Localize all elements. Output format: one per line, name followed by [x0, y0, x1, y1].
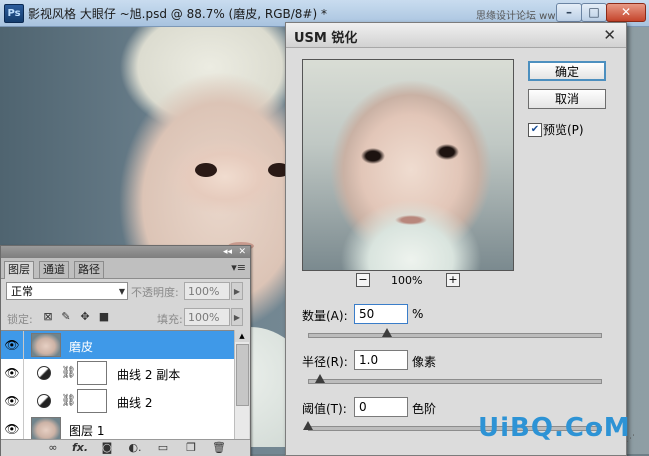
threshold-label: 阈值(T):: [302, 402, 347, 416]
amount-unit: %: [412, 307, 424, 321]
eye-icon[interactable]: 👁: [4, 421, 20, 437]
amount-slider-track[interactable]: [308, 333, 602, 338]
site-watermark: UiBQ.CoM: [478, 413, 631, 443]
photoshop-app-icon: Ps: [4, 4, 24, 23]
mask-icon[interactable]: ◙: [99, 441, 115, 455]
link-icon[interactable]: ∞: [45, 441, 61, 455]
document-title: 影视风格 大眼仔 ~旭.psd @ 88.7% (磨皮, RGB/8#) *: [28, 7, 327, 21]
fx-icon[interactable]: fx.: [69, 441, 91, 455]
opacity-label: 不透明度:: [131, 286, 179, 299]
visibility-column: 👁: [1, 387, 24, 415]
opacity-input[interactable]: 100%: [184, 282, 230, 300]
eye-icon[interactable]: 👁: [4, 337, 20, 353]
panel-menu-icon[interactable]: ▾≡: [231, 261, 246, 274]
new-layer-icon[interactable]: ❐: [183, 441, 199, 455]
preview-checkbox[interactable]: ✔: [528, 123, 542, 137]
lock-transparent-icon[interactable]: ⊠: [41, 310, 55, 324]
blend-mode-select[interactable]: 正常 ▼: [6, 282, 128, 300]
layer-row[interactable]: 👁 图层 1: [1, 415, 234, 441]
radius-input[interactable]: 1.0: [354, 350, 408, 370]
visibility-column: 👁: [1, 331, 24, 359]
ok-button[interactable]: 确定: [528, 61, 606, 81]
curves-adjustment-icon: [37, 366, 51, 380]
amount-slider-thumb[interactable]: [381, 328, 392, 337]
lock-all-icon[interactable]: ■: [97, 310, 111, 324]
blend-mode-value: 正常: [11, 285, 33, 298]
layer-row[interactable]: 👁 ⛓ 曲线 2 副本: [1, 359, 234, 388]
zoom-in-button[interactable]: +: [446, 273, 460, 287]
layer-list-scrollbar[interactable]: ▲: [234, 330, 249, 440]
close-icon[interactable]: ✕: [603, 26, 616, 44]
chevron-down-icon: ▼: [118, 287, 125, 296]
tab-channels[interactable]: 通道: [39, 261, 69, 278]
layer-row[interactable]: 👁 ⛓ 曲线 2: [1, 387, 234, 416]
zoom-out-button[interactable]: −: [356, 273, 370, 287]
fill-label: 填充:: [157, 313, 183, 326]
preview-label: 预览(P): [543, 123, 584, 137]
dialog-title-bar[interactable]: USM 锐化 ✕: [286, 23, 626, 48]
opacity-arrow-icon[interactable]: ▶: [231, 282, 243, 300]
usm-sharpen-dialog: USM 锐化 ✕ − 100% + 确定 取消 ✔ 预览(P) 数量(A): 5…: [285, 22, 627, 456]
maximize-button[interactable]: □: [581, 3, 607, 22]
fill-input[interactable]: 100%: [184, 308, 230, 326]
panel-close-icon[interactable]: ✕: [238, 246, 246, 258]
layers-panel: ◂◂ ✕ 图层 通道 路径 ▾≡ 正常 ▼ 不透明度: 100% ▶ 锁定: ⊠…: [0, 245, 251, 456]
filter-preview-image[interactable]: [302, 59, 514, 271]
layer-thumbnail: [31, 417, 61, 441]
dialog-title: USM 锐化: [294, 31, 358, 46]
lock-brush-icon[interactable]: ✎: [59, 310, 73, 324]
chain-link-icon[interactable]: ⛓: [61, 393, 76, 407]
canvas-photo-eye: [195, 163, 217, 177]
cancel-button[interactable]: 取消: [528, 89, 606, 109]
threshold-unit: 色阶: [412, 402, 437, 416]
fill-arrow-icon[interactable]: ▶: [231, 308, 243, 326]
layer-name: 磨皮: [69, 340, 94, 354]
layer-row[interactable]: 👁 磨皮: [1, 331, 234, 360]
eye-icon[interactable]: 👁: [4, 365, 20, 381]
radius-slider-track[interactable]: [308, 379, 602, 384]
layer-name: 曲线 2: [117, 396, 153, 410]
trash-icon[interactable]: 🗑: [211, 441, 227, 455]
chain-link-icon[interactable]: ⛓: [61, 365, 76, 379]
layers-bottom-toolbar: ∞ fx. ◙ ◐. ▭ ❐ 🗑: [1, 439, 250, 456]
tab-layers[interactable]: 图层: [4, 261, 34, 279]
layer-mask-thumbnail: [77, 389, 107, 413]
radius-unit: 像素: [412, 355, 437, 369]
layer-name: 曲线 2 副本: [117, 368, 181, 382]
radius-slider-thumb[interactable]: [314, 374, 325, 383]
amount-label: 数量(A):: [302, 309, 348, 323]
collapse-arrows-icon[interactable]: ◂◂: [223, 246, 232, 258]
minimize-button[interactable]: –: [556, 3, 582, 22]
lock-label: 锁定:: [7, 313, 33, 326]
lock-move-icon[interactable]: ✥: [78, 310, 92, 324]
curves-adjustment-icon: [37, 394, 51, 408]
threshold-input[interactable]: 0: [354, 397, 408, 417]
radius-label: 半径(R):: [302, 355, 348, 369]
scroll-up-arrow-icon[interactable]: ▲: [235, 330, 249, 342]
tab-paths[interactable]: 路径: [74, 261, 104, 278]
panel-tab-bar: 图层 通道 路径 ▾≡: [1, 258, 250, 279]
zoom-level: 100%: [391, 274, 423, 287]
visibility-column: 👁: [1, 415, 24, 441]
layer-thumbnail: [31, 333, 61, 357]
group-icon[interactable]: ▭: [155, 441, 171, 455]
threshold-slider-thumb[interactable]: [303, 421, 313, 430]
layer-name: 图层 1: [69, 424, 105, 438]
amount-input[interactable]: 50: [354, 304, 408, 324]
scrollbar-thumb[interactable]: [236, 344, 249, 406]
layer-mask-thumbnail: [77, 361, 107, 385]
eye-icon[interactable]: 👁: [4, 393, 20, 409]
panel-drag-bar[interactable]: ◂◂ ✕: [1, 246, 250, 258]
layer-list: 👁 磨皮 👁 ⛓ 曲线 2 副本 👁 ⛓ 曲线 2 👁 图层 1: [1, 330, 248, 441]
adjustment-icon[interactable]: ◐.: [127, 441, 143, 455]
visibility-column: 👁: [1, 359, 24, 387]
close-window-button[interactable]: ✕: [606, 3, 646, 22]
